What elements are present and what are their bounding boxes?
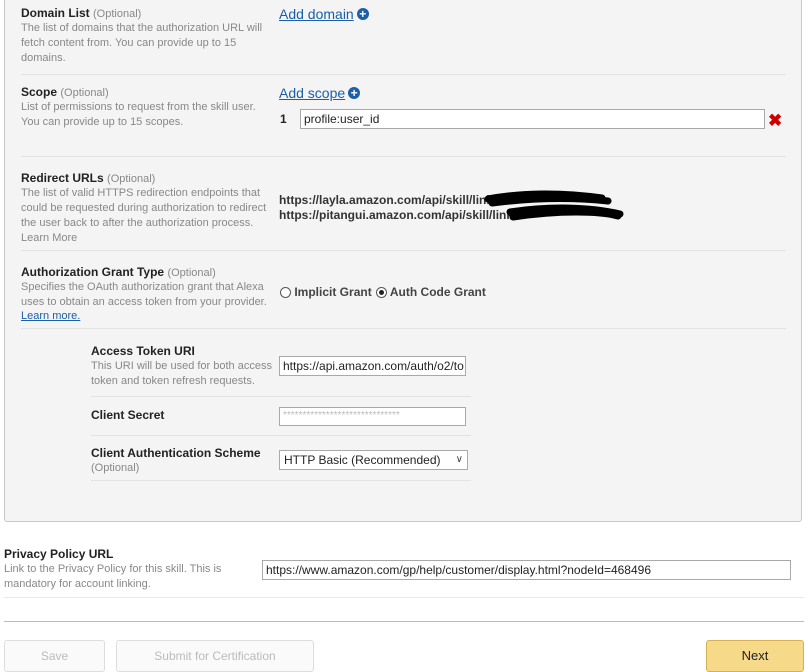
- client-auth-select[interactable]: HTTP Basic (Recommended) ∨: [279, 450, 468, 470]
- client-auth-optional: (Optional): [91, 462, 140, 474]
- redirect-urls-label: Redirect URLs (Optional): [21, 171, 156, 185]
- auth-code-grant-radio[interactable]: Auth Code Grant: [376, 285, 486, 299]
- redirect-learn-more[interactable]: Learn More: [21, 232, 77, 244]
- chevron-down-icon: ∨: [455, 454, 463, 465]
- add-domain-link[interactable]: Add domain +: [279, 6, 369, 24]
- grant-type-description: Specifies the OAuth authorization grant …: [21, 281, 267, 308]
- add-scope-link[interactable]: Add scope +: [279, 85, 361, 103]
- implicit-grant-radio[interactable]: Implicit Grant: [280, 285, 372, 299]
- scope-item-index: 1: [280, 112, 287, 126]
- scope-item-input[interactable]: profile:user_id: [300, 109, 765, 129]
- divider: [21, 250, 786, 251]
- divider: [91, 396, 471, 397]
- footer-divider: [4, 621, 804, 622]
- privacy-policy-label: Privacy Policy URL: [4, 547, 114, 561]
- access-token-description: This URI will be used for both access to…: [91, 360, 272, 387]
- account-linking-panel: [4, 0, 802, 522]
- plus-circle-icon: +: [348, 87, 361, 99]
- access-token-label: Access Token URI: [91, 344, 195, 358]
- grant-type-label: Authorization Grant Type (Optional): [21, 265, 216, 279]
- domain-list-description: The list of domains that the authorizati…: [21, 22, 263, 64]
- radio-empty-icon: [280, 287, 291, 298]
- divider: [4, 597, 804, 598]
- divider: [91, 435, 471, 436]
- client-auth-label: Client Authentication Scheme: [91, 446, 261, 460]
- scope-description: List of permissions to request from the …: [21, 101, 256, 128]
- privacy-policy-input[interactable]: https://www.amazon.com/gp/help/customer/…: [262, 560, 791, 580]
- radio-selected-icon: [376, 287, 387, 298]
- redirect-url-1: https://layla.amazon.com/api/skill/link/: [279, 193, 497, 207]
- save-button[interactable]: Save: [4, 640, 105, 672]
- redirect-urls-description: The list of valid HTTPS redirection endp…: [21, 187, 267, 244]
- domain-list-label: Domain List (Optional): [21, 6, 142, 20]
- client-secret-label: Client Secret: [91, 408, 165, 422]
- remove-scope-icon[interactable]: ✖: [768, 112, 782, 129]
- client-secret-input[interactable]: ******************************: [279, 407, 466, 426]
- divider: [91, 480, 471, 481]
- divider: [21, 74, 786, 75]
- submit-certification-button[interactable]: Submit for Certification: [116, 640, 314, 672]
- redaction-scribble: [484, 190, 624, 221]
- access-token-input[interactable]: https://api.amazon.com/auth/o2/to: [279, 356, 466, 376]
- privacy-policy-description: Link to the Privacy Policy for this skil…: [4, 563, 222, 590]
- divider: [21, 156, 786, 157]
- scope-label: Scope (Optional): [21, 85, 109, 99]
- divider: [21, 328, 786, 329]
- plus-circle-icon: +: [356, 8, 369, 20]
- grant-learn-more-link[interactable]: Learn more.: [21, 310, 80, 322]
- next-button[interactable]: Next: [706, 640, 804, 672]
